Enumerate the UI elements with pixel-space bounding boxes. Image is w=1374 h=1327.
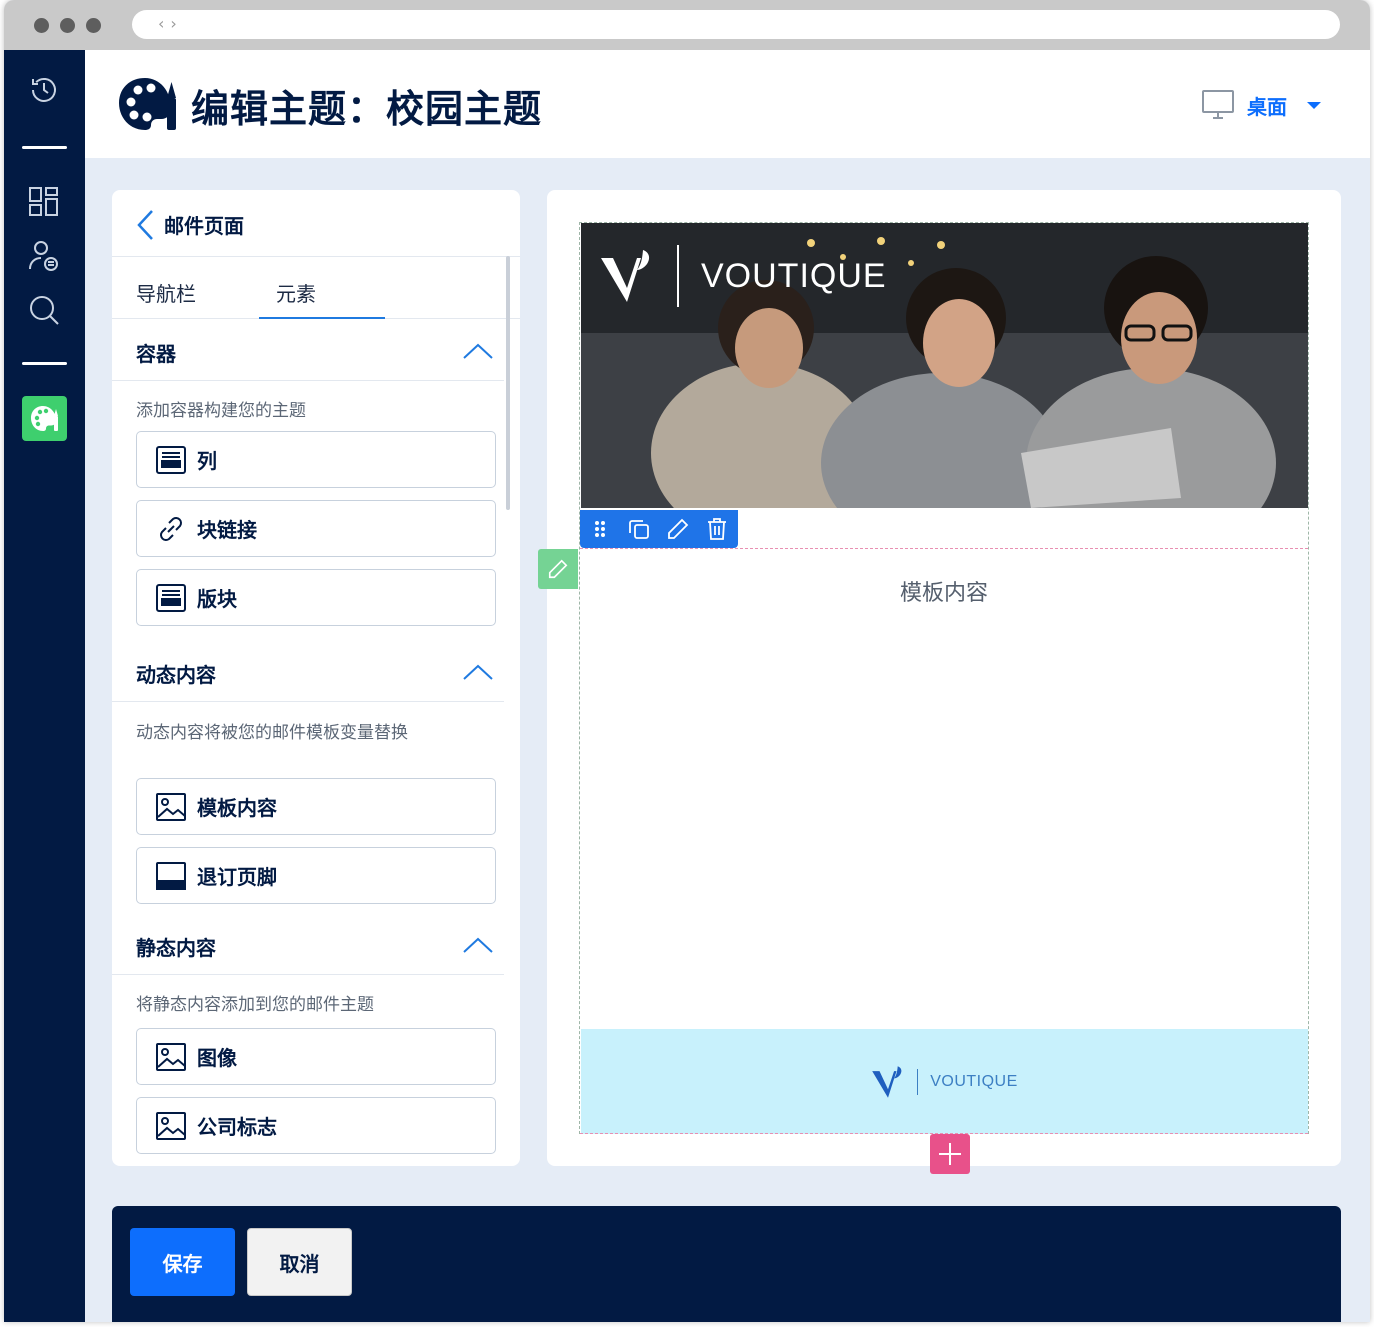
chevron-up-icon[interactable]: [462, 936, 494, 954]
section-title-containers[interactable]: 容器: [136, 338, 176, 367]
email-preview: VOUTIQUE 模板内容 VOUTIQUE: [538, 222, 1309, 1134]
brand-separator: [917, 1068, 919, 1095]
element-item-image[interactable]: 图像: [136, 1028, 496, 1085]
voutique-v-icon: [601, 250, 650, 302]
device-label: 桌面: [1247, 94, 1287, 119]
tab-navigation[interactable]: 导航栏: [136, 278, 196, 307]
chevron-up-icon[interactable]: [462, 663, 494, 681]
block-toolbar: [580, 510, 738, 548]
add-block-plus-icon[interactable]: [930, 1134, 970, 1174]
element-item-unsubscribe-footer[interactable]: 退订页脚: [136, 847, 496, 904]
divider: [112, 256, 520, 257]
link-icon: [155, 513, 187, 545]
section-description: 添加容器构建您的主题: [136, 401, 306, 421]
element-item-label: 块链接: [197, 518, 257, 542]
drag-handle-icon[interactable]: [580, 510, 619, 548]
image-icon: [155, 1110, 187, 1142]
theme-editor-icon[interactable]: [22, 396, 67, 441]
active-tab-indicator: [259, 317, 385, 319]
element-item-label: 列: [197, 449, 217, 473]
back-forward-arrows-icon[interactable]: ‹›: [158, 14, 183, 33]
rail-divider: [22, 362, 67, 365]
dashboard-grid-icon[interactable]: [24, 182, 64, 222]
action-bar: 保存 取消: [112, 1206, 1341, 1322]
duplicate-icon[interactable]: [619, 510, 658, 548]
window-maximize-dot[interactable]: [86, 18, 101, 33]
trash-icon[interactable]: [697, 510, 736, 548]
address-bar[interactable]: ‹›: [132, 10, 1340, 39]
save-button[interactable]: 保存: [130, 1228, 235, 1296]
element-item-company-logo[interactable]: 公司标志: [136, 1097, 496, 1154]
element-item-columns[interactable]: 列: [136, 431, 496, 488]
panel-scrollbar[interactable]: [506, 256, 510, 510]
cancel-button[interactable]: 取消: [247, 1228, 352, 1296]
hero-image[interactable]: VOUTIQUE: [581, 223, 1308, 508]
hero-brand-logo: VOUTIQUE: [599, 245, 887, 307]
search-icon[interactable]: [24, 290, 64, 330]
desktop-monitor-icon: [1202, 90, 1234, 119]
section-description: 动态内容将被您的邮件模板变量替换: [136, 723, 408, 743]
user-list-icon[interactable]: [24, 236, 64, 276]
divider: [112, 974, 504, 975]
history-icon[interactable]: [24, 70, 64, 110]
image-icon: [155, 1041, 187, 1073]
page-title: 编辑主题：校园主题: [191, 87, 543, 131]
element-item-label: 退订页脚: [197, 865, 277, 889]
edit-block-pencil-icon[interactable]: [538, 549, 578, 589]
element-item-label: 版块: [197, 587, 237, 611]
app-window: ‹› 编辑主题：校园主题 桌面 邮件页面 导航栏 元素 容器 添加容器构建您的主…: [4, 0, 1370, 1322]
back-chevron-icon[interactable]: [134, 208, 158, 242]
image-icon: [155, 791, 187, 823]
tab-elements[interactable]: 元素: [276, 278, 316, 307]
template-content-placeholder[interactable]: 模板内容: [580, 575, 1208, 607]
email-canvas: VOUTIQUE 模板内容 VOUTIQUE: [538, 190, 1341, 1174]
section-title-dynamic[interactable]: 动态内容: [136, 659, 216, 688]
elements-panel: 邮件页面 导航栏 元素 容器 添加容器构建您的主题 列 块链接 版块 动态内容 …: [112, 190, 520, 1166]
section-title-static[interactable]: 静态内容: [136, 932, 216, 961]
browser-chrome: ‹›: [4, 0, 1370, 50]
block-boundary: [580, 548, 1308, 549]
footer-icon: [155, 860, 187, 892]
element-item-label: 模板内容: [197, 796, 277, 820]
page-header: 编辑主题：校园主题 桌面: [85, 50, 1370, 158]
section-icon: [155, 582, 187, 614]
edit-pencil-icon[interactable]: [658, 510, 697, 548]
rail-divider: [22, 146, 67, 149]
columns-icon: [155, 444, 187, 476]
email-footer[interactable]: VOUTIQUE: [581, 1029, 1308, 1134]
section-description: 将静态内容添加到您的邮件主题: [136, 995, 374, 1015]
chevron-down-icon: [1307, 101, 1321, 109]
footer-brand-text: VOUTIQUE: [930, 1072, 1018, 1090]
window-close-dot[interactable]: [34, 18, 49, 33]
hero-brand-text: VOUTIQUE: [701, 256, 887, 295]
brand-separator: [677, 245, 679, 307]
divider: [112, 701, 504, 702]
element-item-label: 公司标志: [197, 1115, 277, 1139]
element-item-block-link[interactable]: 块链接: [136, 500, 496, 557]
element-item-section[interactable]: 版块: [136, 569, 496, 626]
divider: [112, 380, 504, 381]
voutique-v-icon: [872, 1065, 902, 1098]
left-rail: [4, 50, 85, 1322]
palette-logo-icon: [117, 74, 179, 134]
device-selector[interactable]: 桌面: [1201, 88, 1321, 122]
window-minimize-dot[interactable]: [60, 18, 75, 33]
element-item-label: 图像: [197, 1046, 237, 1070]
panel-title: 邮件页面: [164, 214, 244, 238]
chevron-up-icon[interactable]: [462, 342, 494, 360]
element-item-template-content[interactable]: 模板内容: [136, 778, 496, 835]
